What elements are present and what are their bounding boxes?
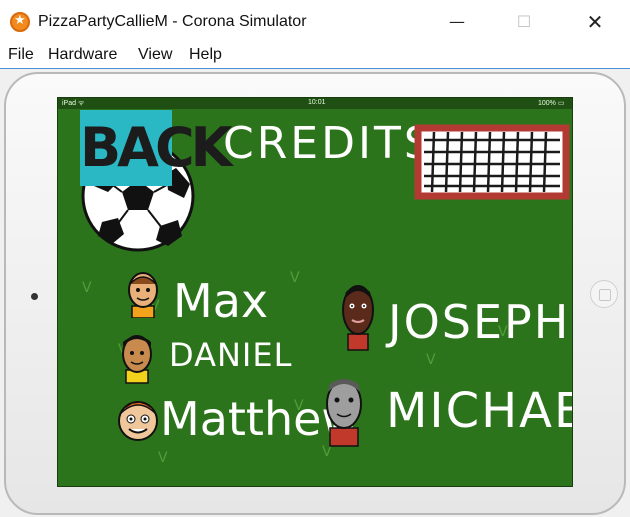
status-carrier: iPad ᯤ <box>62 100 85 107</box>
home-button[interactable] <box>590 280 618 308</box>
status-battery: 100% ▭ <box>538 100 565 107</box>
maximize-button[interactable]: ☐ <box>501 6 547 38</box>
grass-tuft-icon: ᐯ <box>290 270 300 286</box>
close-button[interactable]: ✕ <box>572 6 618 38</box>
back-button[interactable]: BACK <box>80 110 232 252</box>
menu-bar: File Hardware View Help <box>0 44 630 66</box>
credit-name-michael: MICHAEL <box>386 383 572 439</box>
menu-help[interactable]: Help <box>189 46 222 64</box>
window-title: PizzaPartyCallieM - Corona Simulator <box>38 13 307 30</box>
window-title-bar: PizzaPartyCallieM - Corona Simulator — ☐… <box>0 0 630 44</box>
corona-app-icon <box>10 12 30 32</box>
player-face-icon <box>342 285 374 351</box>
player-face-icon <box>326 379 362 447</box>
menu-hardware[interactable]: Hardware <box>48 46 117 64</box>
grass-tuft-icon: ᐯ <box>158 450 168 466</box>
credit-name-daniel: DANIEL <box>169 336 293 374</box>
player-face-icon <box>118 401 158 441</box>
status-time: 10:01 <box>308 99 326 106</box>
credit-name-max: Max <box>173 274 269 328</box>
camera-dot <box>31 293 38 300</box>
credit-name-joseph: JOSEPH <box>388 295 571 349</box>
minimize-button[interactable]: — <box>434 6 480 38</box>
grass-tuft-icon: ᐯ <box>426 352 436 368</box>
grass-tuft-icon: ᐯ <box>82 280 92 296</box>
app-screen: iPad ᯤ 10:01 100% ▭ ᐯ ᐯ ᐯ ᐯ ᐯ ᐯ ᐯ ᐯ ᐯ ᐯ … <box>57 97 573 487</box>
back-label: BACK <box>80 110 232 186</box>
menu-view[interactable]: View <box>138 46 172 64</box>
menu-file[interactable]: File <box>8 46 34 64</box>
player-face-icon <box>122 335 152 384</box>
goal-net-icon <box>414 124 570 200</box>
credits-title: CREDITS <box>223 118 435 169</box>
ios-status-bar: iPad ᯤ 10:01 100% ▭ <box>58 98 572 109</box>
player-face-icon <box>128 272 158 318</box>
